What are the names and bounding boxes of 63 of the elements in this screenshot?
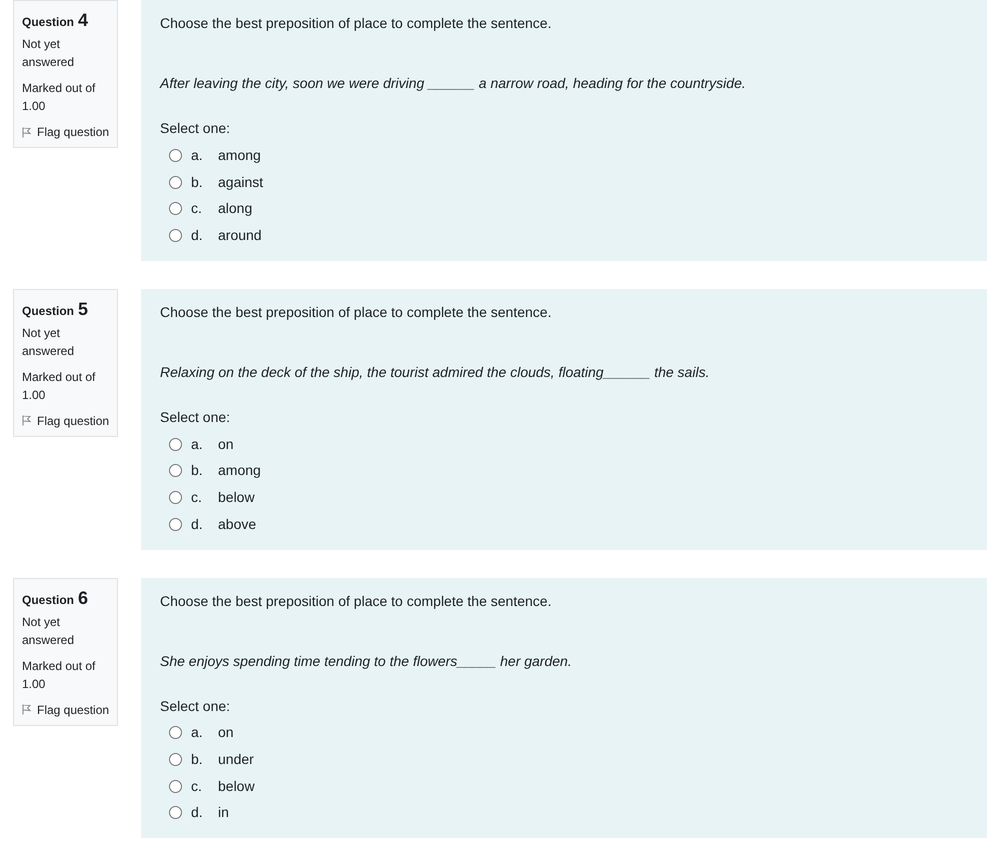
radio-button[interactable] [169, 806, 182, 820]
radio-button[interactable] [169, 464, 182, 478]
question-label: Question [22, 14, 74, 31]
question-prompt: Choose the best preposition of place to complete the sentence. [160, 14, 552, 33]
option-letter: d. [191, 514, 204, 534]
option-letter: b. [191, 172, 204, 192]
marks-value: 1.00 [22, 386, 46, 404]
option-letter: a. [191, 723, 204, 742]
radio-button[interactable] [169, 753, 182, 766]
question-status: Not yet answered [22, 614, 76, 648]
option-letter: c. [191, 199, 203, 218]
option-text[interactable]: on [218, 722, 234, 744]
marks-label: Marked out of [22, 80, 96, 97]
marks-value: 1.00 [22, 676, 46, 692]
radio-button[interactable] [169, 726, 182, 740]
radio-button[interactable] [169, 518, 182, 531]
option-text[interactable]: above [218, 514, 256, 535]
option-letter: c. [191, 488, 203, 507]
radio-button[interactable] [169, 176, 182, 189]
option-text[interactable]: under [218, 749, 254, 770]
option-letter: b. [191, 750, 204, 770]
radio-button[interactable] [169, 438, 182, 451]
flag-question-link[interactable]: Flag question [22, 123, 109, 141]
select-one-label: Select one: [160, 696, 232, 716]
radio-button[interactable] [169, 202, 182, 216]
option-text[interactable]: along [218, 198, 252, 220]
marks-label: Marked out of [22, 658, 96, 674]
question-status: Not yet answered [22, 36, 76, 71]
question-sentence: After leaving the city, soon we were driving ______ a narrow road, heading for the countryside. [160, 74, 747, 93]
option-text[interactable]: below [218, 486, 255, 508]
select-one-label: Select one: [160, 408, 232, 427]
option-letter: a. [191, 146, 204, 165]
option-text[interactable]: against [218, 172, 264, 193]
marks-label: Marked out of [22, 368, 96, 386]
radio-button[interactable] [169, 490, 182, 504]
option-text[interactable]: among [218, 460, 261, 482]
question-label: Question [22, 302, 74, 320]
radio-button[interactable] [169, 148, 182, 162]
radio-button[interactable] [169, 228, 182, 242]
option-letter: d. [191, 803, 204, 822]
question-number: 6 [78, 588, 88, 608]
option-text[interactable]: among [218, 144, 261, 166]
flag-question-link[interactable]: Flag question [22, 412, 109, 430]
option-letter: c. [191, 776, 203, 796]
option-text[interactable]: on [218, 434, 234, 455]
option-letter: a. [191, 434, 204, 454]
select-one-label: Select one: [160, 119, 232, 138]
option-text[interactable]: in [218, 802, 229, 824]
question-sentence: She enjoys spending time tending to the flowers_____ her garden. [160, 652, 573, 670]
question-number: 4 [78, 10, 88, 30]
option-text[interactable]: below [218, 776, 255, 797]
question-status: Not yet answered [22, 324, 76, 360]
flag-question-link[interactable]: Flag question [22, 700, 109, 718]
question-prompt: Choose the best preposition of place to complete the sentence. [160, 592, 552, 610]
question-number: 5 [78, 298, 88, 319]
question-prompt: Choose the best preposition of place to complete the sentence. [160, 302, 552, 322]
radio-button[interactable] [169, 780, 182, 793]
marks-value: 1.00 [22, 98, 46, 115]
question-sentence: Relaxing on the deck of the ship, the tourist admired the clouds, floating______ the sails. [160, 362, 710, 382]
question-label: Question [22, 592, 74, 608]
option-letter: b. [191, 461, 204, 480]
option-text[interactable]: around [218, 224, 262, 246]
option-letter: d. [191, 226, 204, 245]
